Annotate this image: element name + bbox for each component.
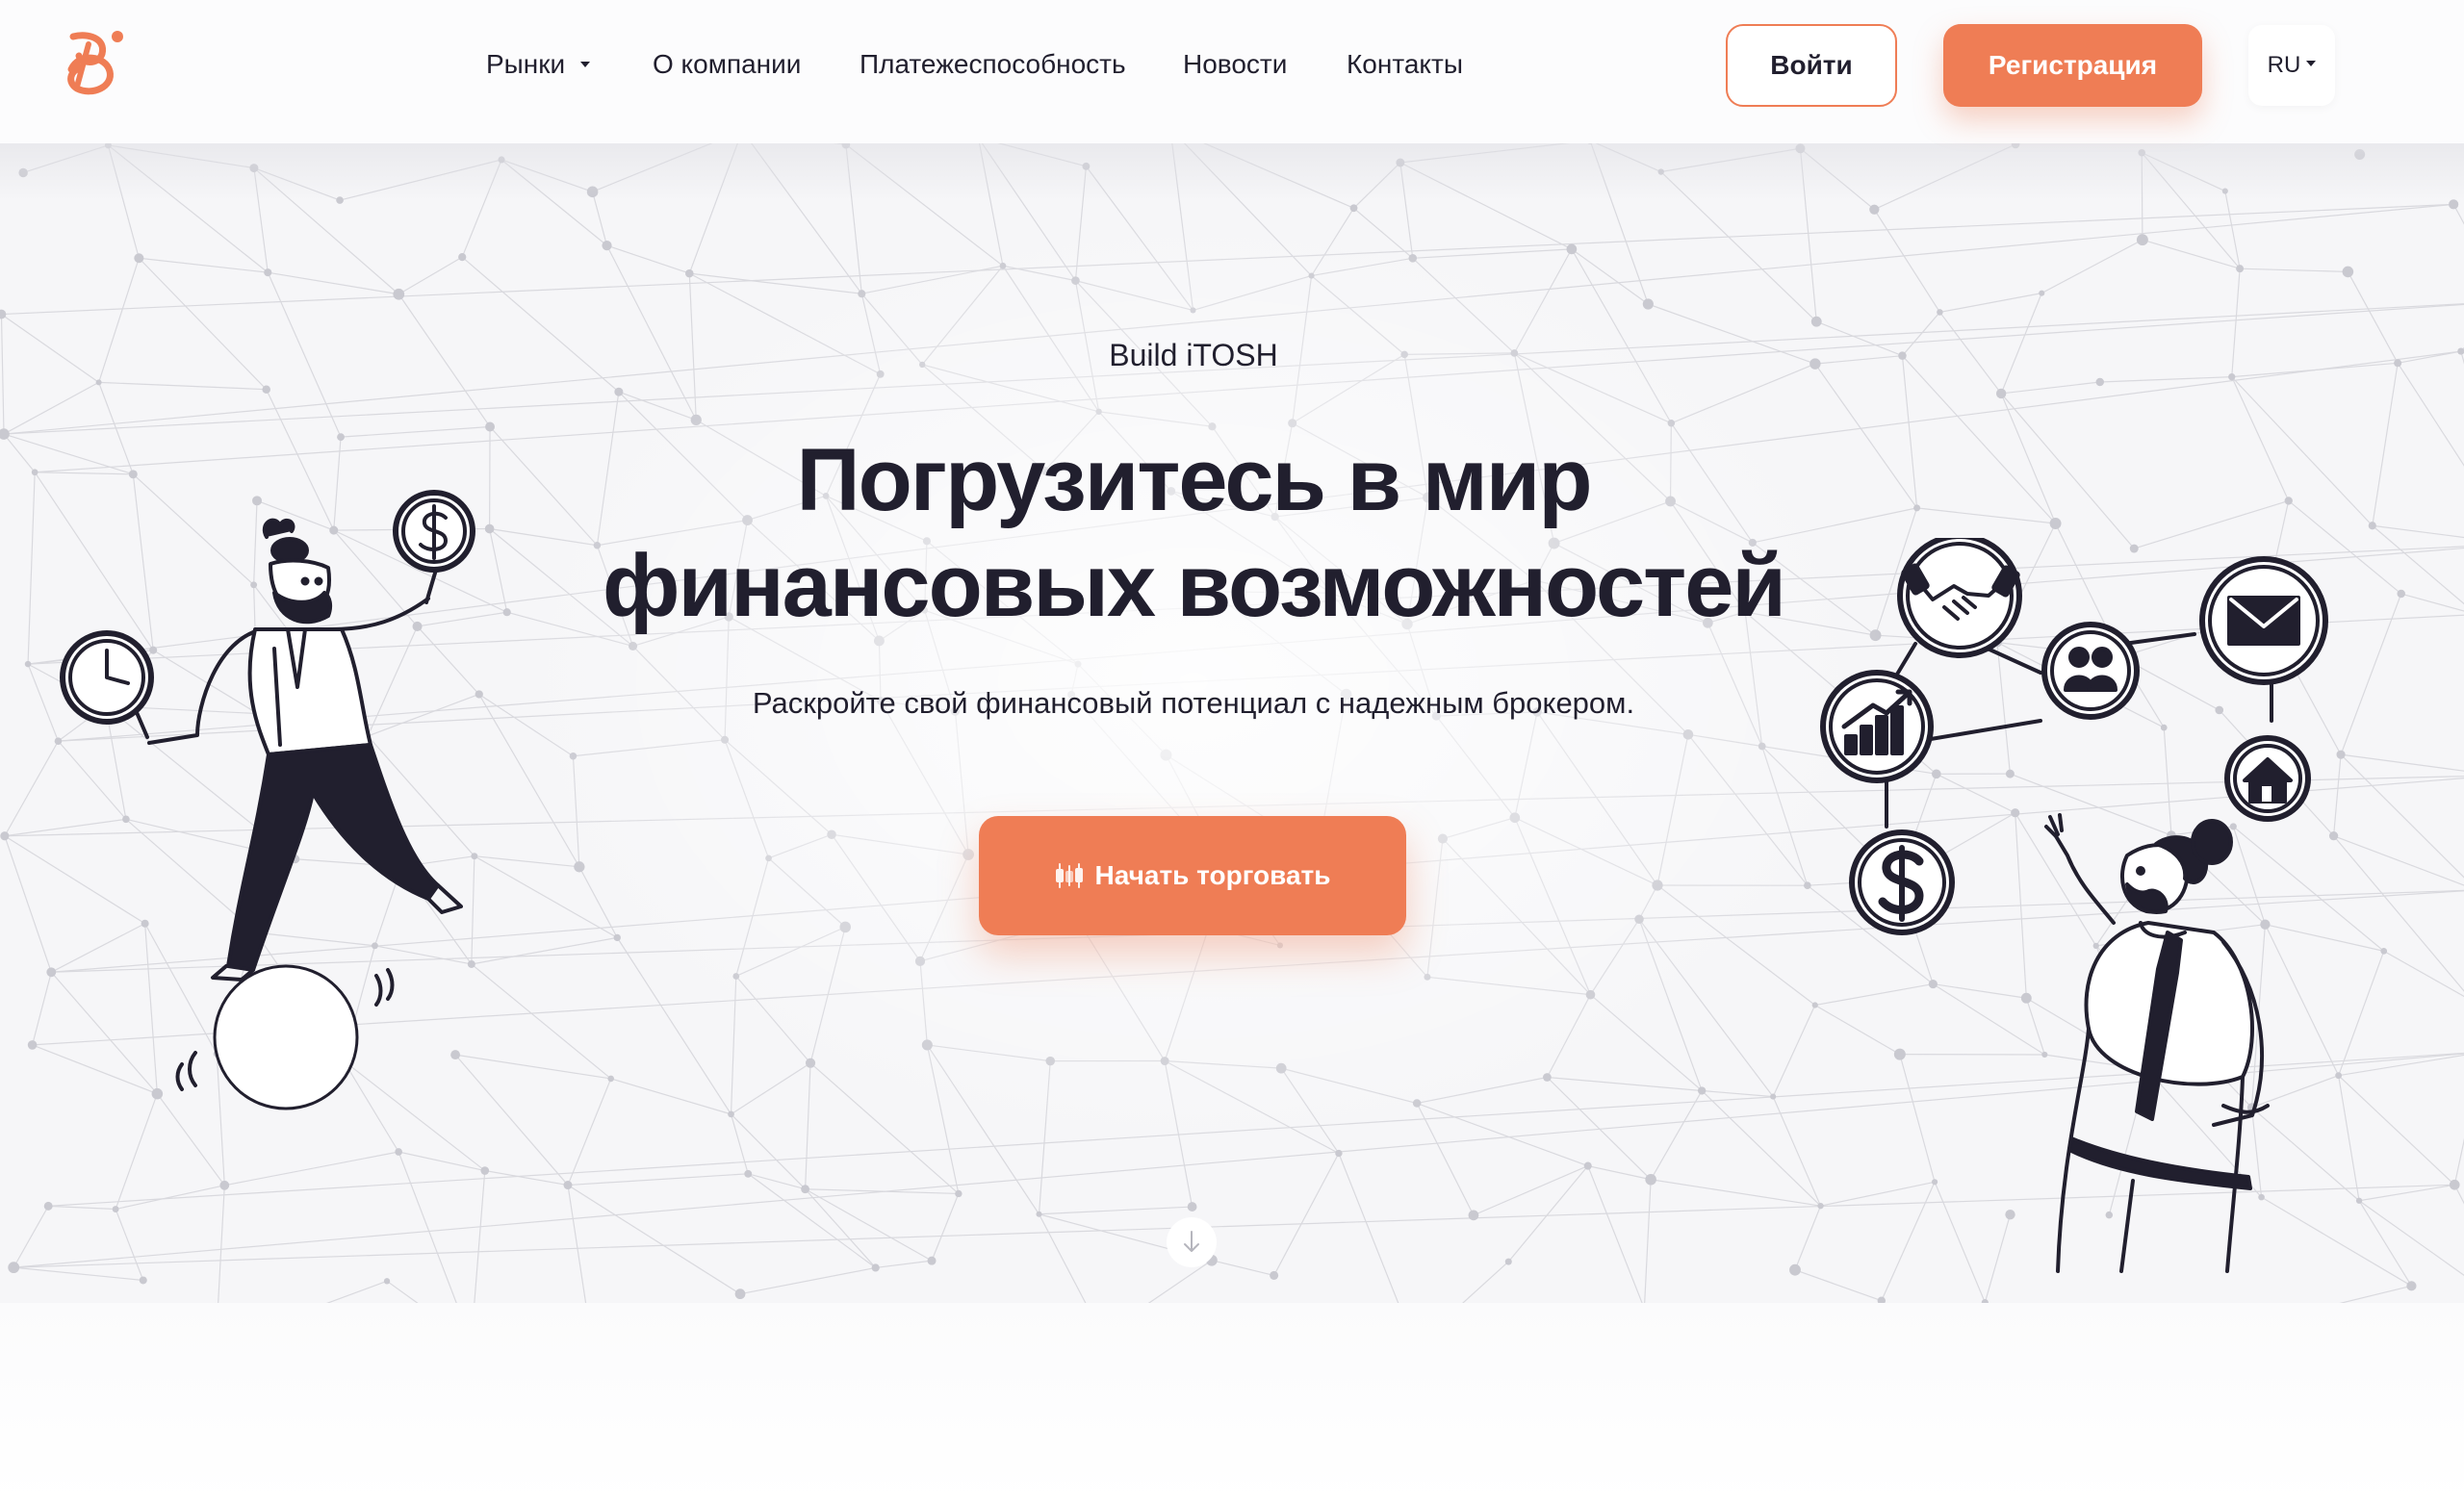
- nav-item-about[interactable]: О компании: [653, 48, 801, 81]
- nav-item-label: Контакты: [1347, 49, 1463, 79]
- language-label: RU: [2267, 52, 2301, 78]
- nav-item-label: Новости: [1183, 49, 1288, 79]
- scroll-down-button[interactable]: [1167, 1217, 1217, 1267]
- site-header: Рынки О компании Платежеспособность Ново…: [0, 0, 2464, 143]
- house-icon: [2224, 735, 2311, 822]
- headline-line-1: Погрузитесь в мир: [796, 431, 1592, 529]
- nav-item-news[interactable]: Новости: [1183, 48, 1287, 81]
- balance-ball: [175, 964, 395, 1110]
- growth-chart-icon: [1820, 670, 1934, 783]
- businessman-network-illustration: [1820, 538, 2328, 1273]
- arrow-down-icon: [1184, 1231, 1199, 1252]
- nav-item-solvency[interactable]: Платежеспособность: [860, 48, 1126, 81]
- chevron-down-icon: [2306, 61, 2317, 66]
- header-shadow: [0, 143, 2464, 201]
- people-icon: [2041, 622, 2140, 720]
- handshake-icon: [1897, 538, 2022, 658]
- language-selector[interactable]: RU: [2248, 25, 2335, 106]
- clock-icon: [60, 630, 154, 739]
- dollar-icon: [1849, 829, 1955, 935]
- start-trading-label: Начать торговать: [1094, 860, 1331, 890]
- nav-item-label: Платежеспособность: [860, 49, 1126, 79]
- hero-section: Build iTOSH Погрузитесь в мир финансовых…: [0, 143, 2464, 1303]
- nav-item-label: Рынки: [486, 49, 566, 79]
- businessman: [2044, 813, 2270, 1273]
- start-trading-button[interactable]: Начать торговать: [979, 816, 1406, 935]
- nav-item-contacts[interactable]: Контакты: [1347, 48, 1463, 81]
- hero-eyebrow: Build iTOSH: [1109, 338, 1278, 372]
- nav-item-markets[interactable]: Рынки: [486, 48, 591, 81]
- envelope-icon: [2199, 556, 2328, 685]
- nav-item-label: О компании: [653, 49, 802, 79]
- below-hero-section: [0, 1303, 2464, 1505]
- candlestick-icon: [1055, 863, 1083, 888]
- login-button[interactable]: Войти: [1726, 24, 1897, 107]
- brand-logo-icon[interactable]: [60, 27, 127, 100]
- man-body: [147, 597, 463, 982]
- chevron-down-icon: [580, 61, 591, 67]
- register-button[interactable]: Регистрация: [1943, 24, 2202, 107]
